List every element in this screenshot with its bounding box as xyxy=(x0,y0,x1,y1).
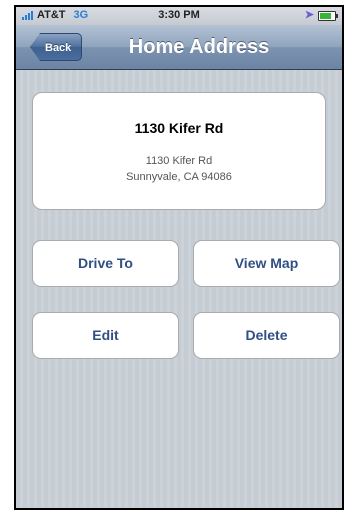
status-time: 3:30 PM xyxy=(158,9,200,21)
content-area: 1130 Kifer Rd 1130 Kifer Rd Sunnyvale, C… xyxy=(16,70,342,508)
edit-button[interactable]: Edit xyxy=(32,312,179,359)
back-button[interactable]: Back xyxy=(30,33,83,61)
status-bar: AT&T 3G 3:30 PM ➤ xyxy=(16,7,342,25)
status-right: ➤ xyxy=(304,9,338,21)
address-city-state-zip: Sunnyvale, CA 94086 xyxy=(126,171,232,183)
address-card: 1130 Kifer Rd 1130 Kifer Rd Sunnyvale, C… xyxy=(32,92,326,210)
navigation-bar: Back Home Address xyxy=(16,25,342,70)
phone-screen: AT&T 3G 3:30 PM ➤ Back Home Address 1130… xyxy=(14,5,344,510)
drive-to-button[interactable]: Drive To xyxy=(32,240,179,287)
view-map-button[interactable]: View Map xyxy=(193,240,340,287)
location-icon: ➤ xyxy=(304,9,314,21)
battery-icon xyxy=(318,10,338,21)
page-title: Home Address xyxy=(128,36,270,58)
address-name: 1130 Kifer Rd xyxy=(134,120,224,136)
delete-button[interactable]: Delete xyxy=(193,312,340,359)
address-street: 1130 Kifer Rd xyxy=(145,155,213,167)
